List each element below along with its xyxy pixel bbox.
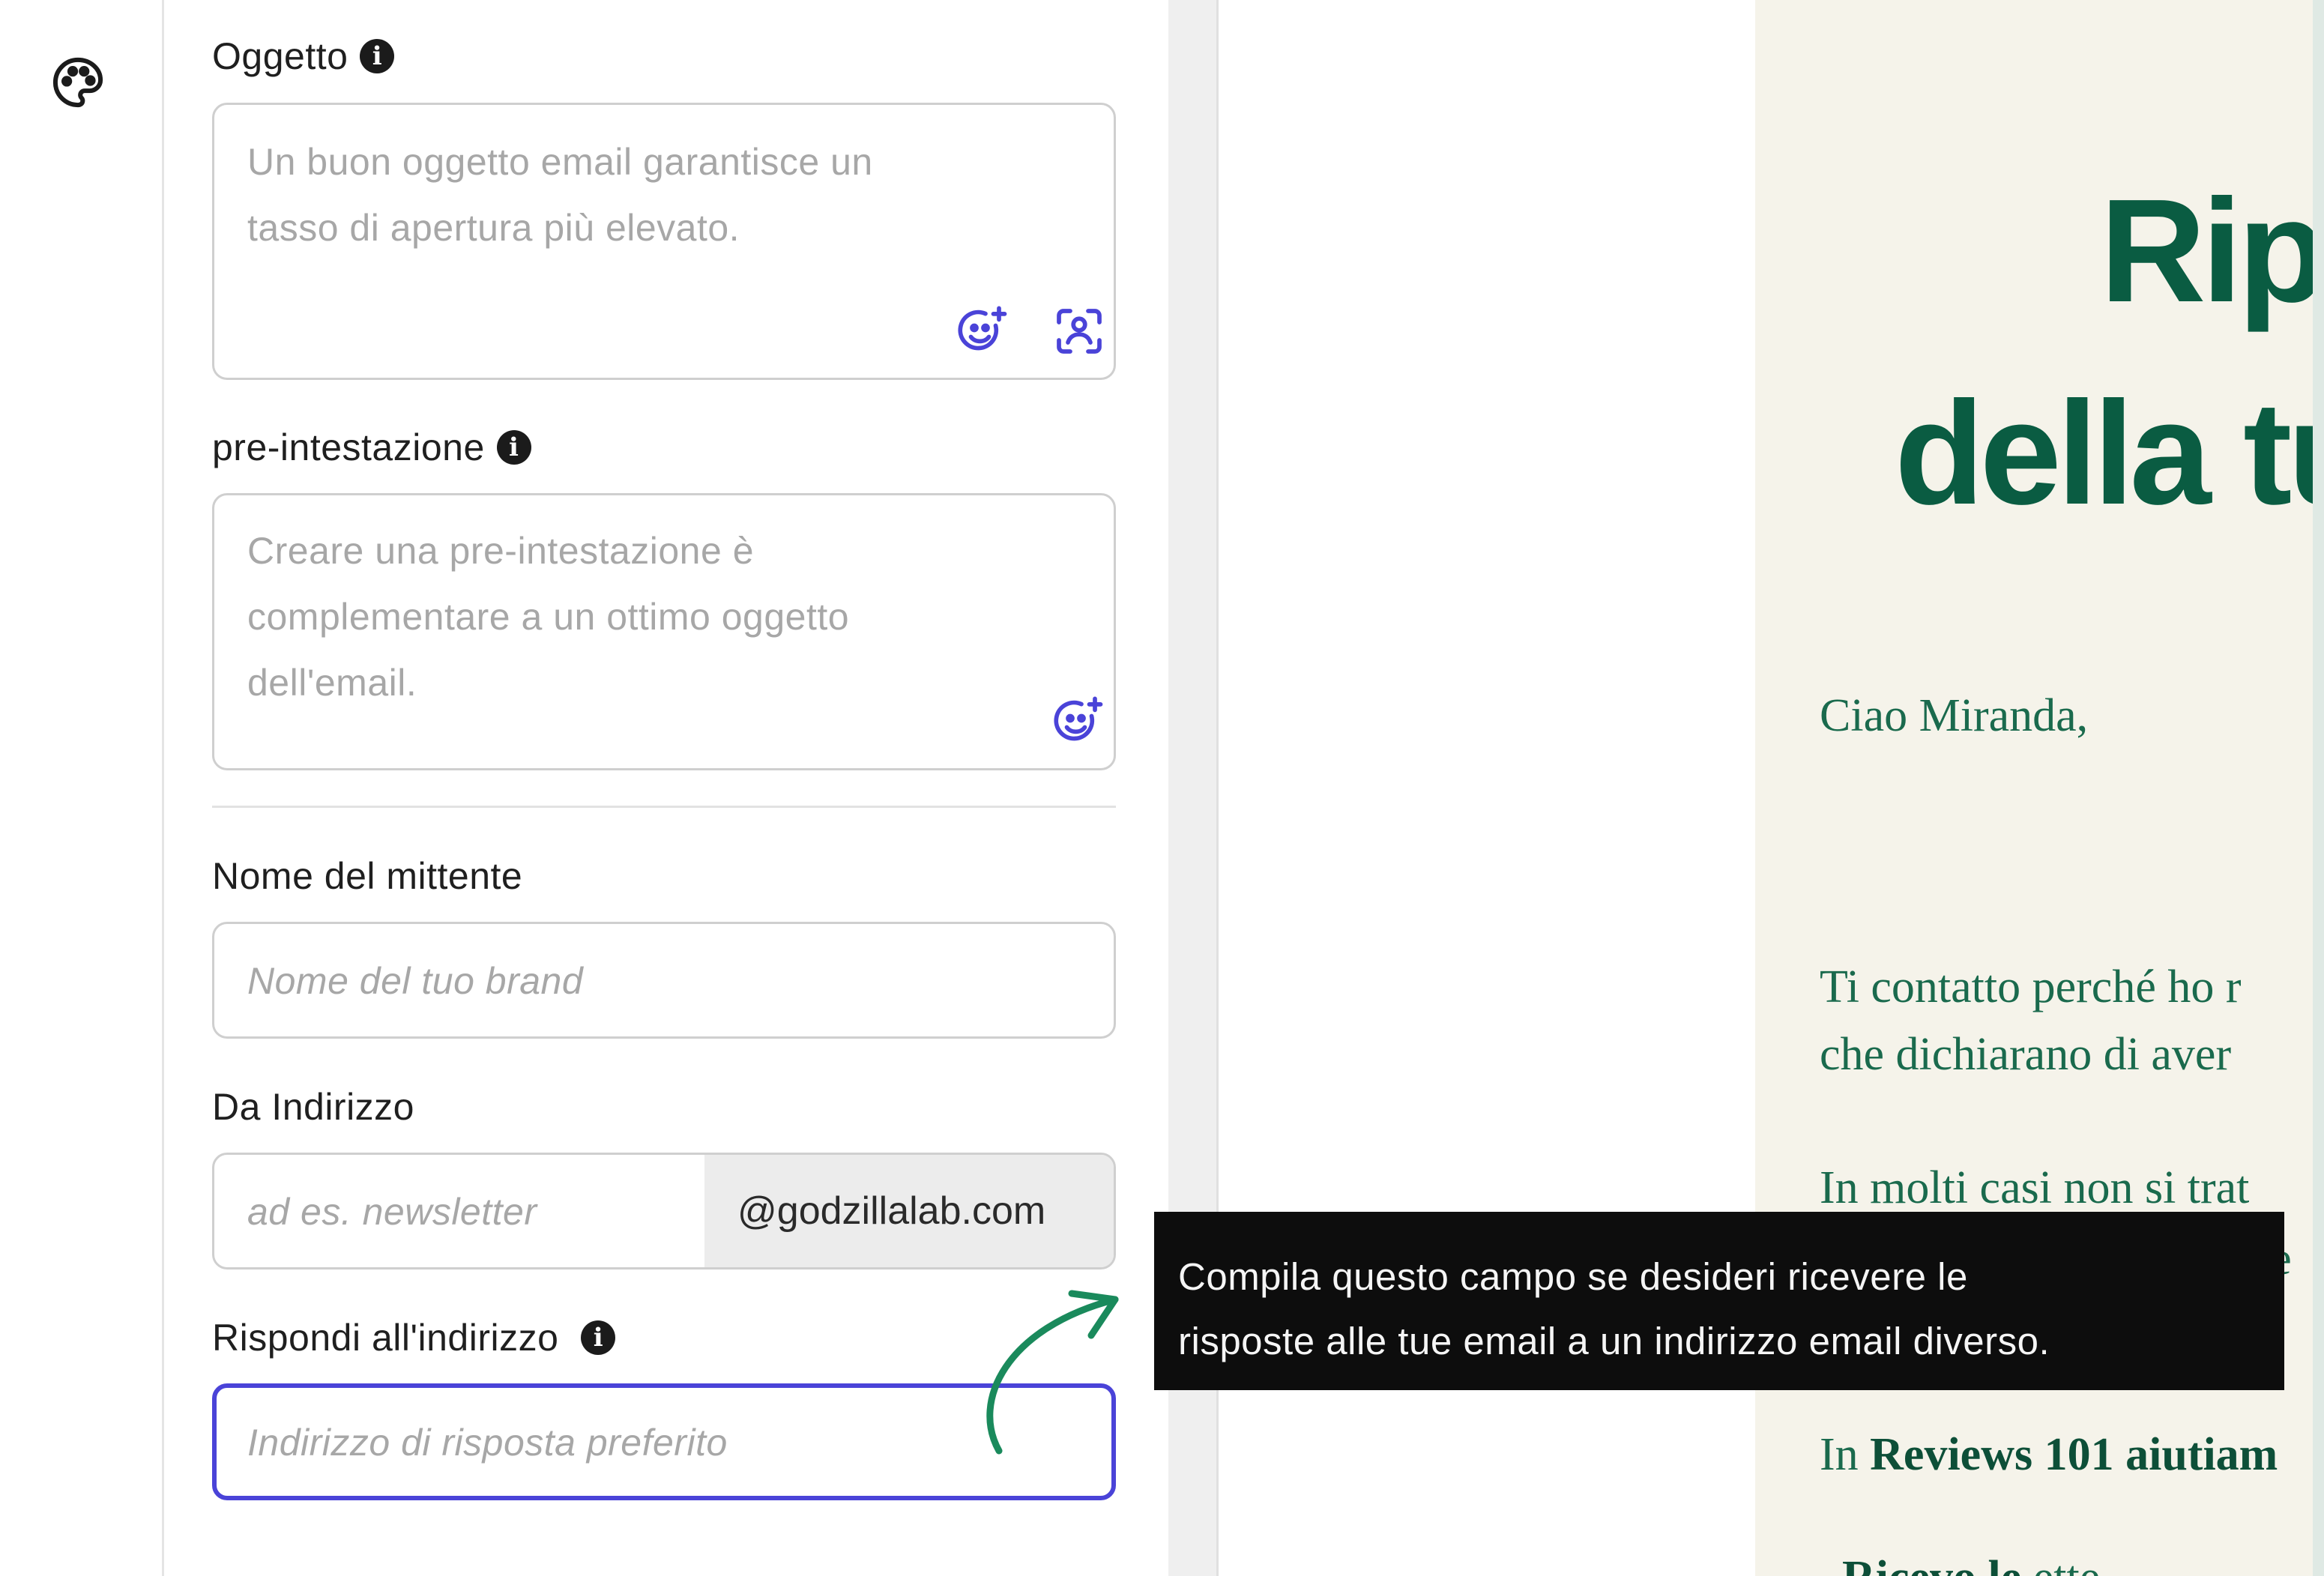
preheader-label: pre-intestazione i bbox=[212, 426, 531, 469]
email-greeting: Ciao Miranda, bbox=[1820, 690, 2089, 741]
sender-name-label: Nome del mittente bbox=[212, 855, 523, 897]
subject-placeholder-line2: tasso di apertura più elevato. bbox=[247, 207, 740, 249]
section-divider bbox=[212, 806, 1116, 808]
reply-to-placeholder: Indirizzo di risposta preferito bbox=[247, 1422, 728, 1464]
tooltip-line1: Compila questo campo se desideri ricever… bbox=[1178, 1255, 1968, 1298]
reply-to-label: Rispondi all'indirizzo i bbox=[212, 1316, 616, 1359]
from-address-label: Da Indirizzo bbox=[212, 1086, 414, 1128]
from-address-group: ad es. newsletter @godzillalab.com bbox=[212, 1153, 1116, 1269]
reply-to-info-icon[interactable]: i bbox=[581, 1320, 616, 1355]
email-paragraph-line: Ti contatto perché ho r bbox=[1820, 961, 2242, 1012]
email-paragraph-line: Ricevo le ette bbox=[1842, 1551, 2100, 1576]
email-paragraph-line: In Reviews 101 aiutiam bbox=[1820, 1429, 2278, 1480]
preheader-placeholder-line3: dell'email. bbox=[247, 662, 417, 704]
emoji-add-icon[interactable] bbox=[956, 304, 1010, 358]
preview-scrollbar[interactable] bbox=[2313, 0, 2324, 1576]
subject-placeholder-line1: Un buon oggetto email garantisce un bbox=[247, 141, 873, 183]
preheader-placeholder-line1: Creare una pre-intestazione è bbox=[247, 530, 754, 572]
preheader-placeholder-line2: complementare a un ottimo oggetto bbox=[247, 596, 850, 638]
reply-to-tooltip: Compila questo campo se desideri ricever… bbox=[1154, 1212, 2284, 1390]
email-title-line1: Ripr bbox=[2100, 169, 2313, 333]
subject-info-icon[interactable]: i bbox=[360, 39, 395, 73]
from-address-placeholder: ad es. newsletter bbox=[247, 1191, 537, 1233]
personalize-tag-icon[interactable] bbox=[1052, 304, 1106, 358]
from-address-domain: @godzillalab.com bbox=[704, 1155, 1114, 1267]
email-title-line2: della tu bbox=[1895, 371, 2313, 535]
sender-name-placeholder: Nome del tuo brand bbox=[247, 960, 584, 1002]
email-paragraph-line: In molti casi non si trat bbox=[1820, 1162, 2250, 1213]
annotation-arrow-icon bbox=[986, 1290, 1119, 1455]
sender-name-input[interactable]: Nome del tuo brand bbox=[212, 922, 1116, 1039]
email-paragraph-line: che dichiarano di aver bbox=[1820, 1029, 2232, 1080]
preheader-info-icon[interactable]: i bbox=[496, 430, 531, 465]
subject-input[interactable]: Un buon oggetto email garantisce un tass… bbox=[212, 103, 1116, 380]
palette-icon[interactable] bbox=[49, 54, 106, 111]
left-rail bbox=[0, 0, 164, 1576]
tooltip-line2: risposte alle tue email a un indirizzo e… bbox=[1178, 1320, 2050, 1362]
subject-label: Oggetto i bbox=[212, 34, 395, 78]
from-address-input[interactable]: ad es. newsletter bbox=[214, 1155, 704, 1267]
emoji-add-icon[interactable] bbox=[1052, 695, 1106, 749]
preheader-input[interactable]: Creare una pre-intestazione è complement… bbox=[212, 493, 1116, 770]
